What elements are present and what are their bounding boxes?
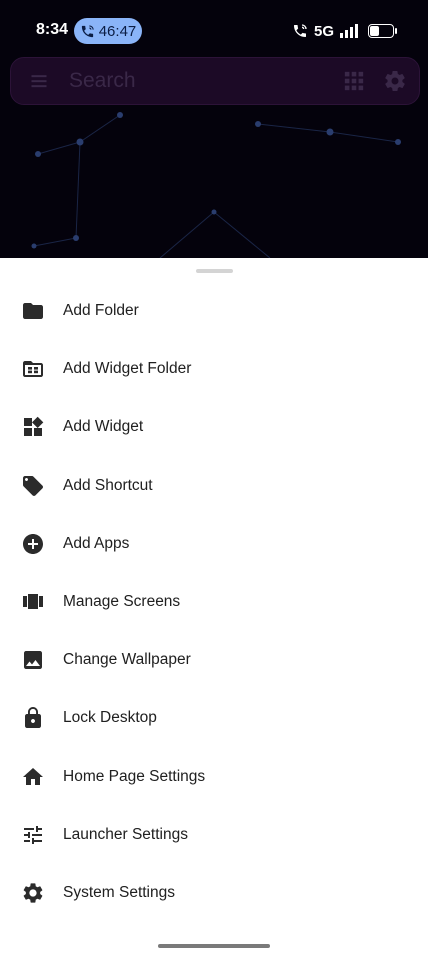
menu-item-add-folder[interactable]: Add Folder bbox=[0, 282, 428, 340]
menu-item-label: Add Apps bbox=[63, 534, 130, 552]
menu-item-add-apps[interactable]: Add Apps bbox=[0, 515, 428, 573]
menu-item-label: Change Wallpaper bbox=[63, 651, 191, 669]
gear-icon bbox=[21, 881, 45, 905]
status-icons: 5G bbox=[292, 21, 397, 41]
menu-item-add-shortcut[interactable]: Add Shortcut bbox=[0, 457, 428, 515]
view-carousel-icon bbox=[21, 590, 45, 614]
menu-item-manage-screens[interactable]: Manage Screens bbox=[0, 573, 428, 631]
call-timer: 46:47 bbox=[98, 22, 137, 40]
menu-item-label: Launcher Settings bbox=[63, 825, 188, 843]
menu-item-label: Lock Desktop bbox=[63, 709, 157, 727]
menu-icon[interactable] bbox=[29, 71, 49, 91]
menu-list: Add Folder Add Widget Folder Add Widget … bbox=[0, 282, 428, 922]
launcher-backdrop[interactable]: 8:34 46:47 5G Search bbox=[0, 0, 428, 258]
lock-icon bbox=[21, 706, 45, 730]
menu-item-label: Add Widget bbox=[63, 418, 144, 436]
menu-item-lock-desktop[interactable]: Lock Desktop bbox=[0, 689, 428, 747]
tune-icon bbox=[21, 823, 45, 847]
bottom-sheet-menu: Add Folder Add Widget Folder Add Widget … bbox=[0, 258, 428, 960]
apps-grid-icon[interactable] bbox=[343, 70, 365, 92]
image-icon bbox=[21, 648, 45, 672]
status-bar: 8:34 46:47 5G bbox=[0, 0, 428, 60]
ongoing-call-chip[interactable]: 46:47 bbox=[74, 18, 142, 44]
gesture-navigation-bar[interactable] bbox=[158, 944, 270, 948]
folder-icon bbox=[21, 299, 45, 323]
menu-item-launcher-settings[interactable]: Launcher Settings bbox=[0, 806, 428, 864]
add-circle-icon bbox=[21, 532, 45, 556]
menu-item-label: Add Folder bbox=[63, 302, 139, 320]
phone-call-icon bbox=[81, 24, 94, 37]
gear-icon[interactable] bbox=[383, 69, 407, 93]
tag-icon bbox=[21, 474, 45, 498]
menu-item-label: System Settings bbox=[63, 883, 175, 901]
widget-folder-icon bbox=[21, 357, 45, 381]
menu-item-add-widget[interactable]: Add Widget bbox=[0, 398, 428, 456]
wifi-calling-icon bbox=[293, 24, 307, 37]
signal-strength-icon bbox=[340, 24, 358, 38]
menu-item-label: Home Page Settings bbox=[63, 767, 206, 785]
search-placeholder[interactable]: Search bbox=[69, 69, 136, 93]
clock: 8:34 bbox=[36, 21, 69, 38]
menu-item-label: Manage Screens bbox=[63, 593, 181, 611]
menu-item-add-widget-folder[interactable]: Add Widget Folder bbox=[0, 340, 428, 398]
drag-handle[interactable] bbox=[196, 269, 233, 273]
search-bar[interactable]: Search bbox=[10, 57, 420, 105]
menu-item-change-wallpaper[interactable]: Change Wallpaper bbox=[0, 631, 428, 689]
menu-item-home-page-settings[interactable]: Home Page Settings bbox=[0, 748, 428, 806]
menu-item-system-settings[interactable]: System Settings bbox=[0, 864, 428, 922]
menu-item-label: Add Shortcut bbox=[63, 476, 153, 494]
menu-item-label: Add Widget Folder bbox=[63, 360, 192, 378]
widgets-icon bbox=[21, 415, 45, 439]
home-icon bbox=[21, 765, 45, 789]
battery-icon bbox=[368, 24, 397, 38]
network-type: 5G bbox=[313, 22, 334, 40]
